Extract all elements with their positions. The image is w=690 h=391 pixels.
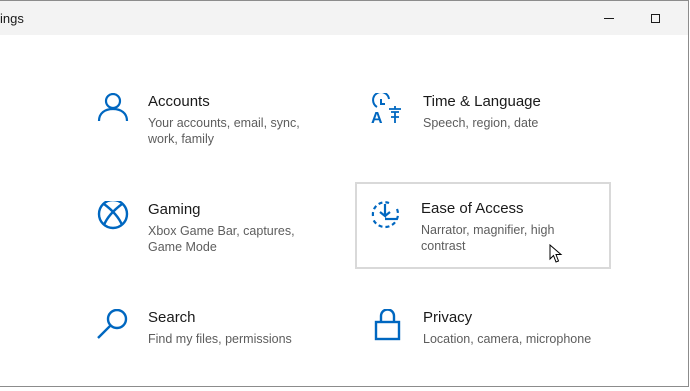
- tile-ease-of-access[interactable]: Ease of Access Narrator, magnifier, high…: [355, 182, 611, 269]
- tile-name: Privacy: [423, 309, 473, 326]
- lock-icon: [371, 309, 411, 349]
- xbox-icon: [96, 201, 136, 241]
- search-icon: [96, 309, 136, 349]
- time-language-icon: A: [371, 93, 411, 133]
- tile-gaming[interactable]: Gaming Xbox Game Bar, captures, Game Mod…: [94, 199, 348, 283]
- tile-name: Gaming: [148, 201, 201, 218]
- mouse-pointer-icon: [549, 243, 563, 264]
- minimize-icon: [604, 17, 614, 19]
- tile-name: Search: [148, 309, 196, 326]
- title-bar[interactable]: ings: [0, 1, 688, 35]
- tile-description: Location, camera, microphone: [423, 332, 592, 346]
- tile-description: Xbox Game Bar, captures, Game Mode: [148, 224, 295, 254]
- minimize-button[interactable]: [586, 1, 632, 35]
- tile-description: Speech, region, date: [423, 116, 539, 130]
- tile-name: Ease of Access: [421, 200, 524, 217]
- tile-search[interactable]: Search Find my files, permissions: [94, 307, 348, 391]
- tile-description: Your accounts, email, sync, work, family: [148, 116, 300, 146]
- tile-name: Time & Language: [423, 93, 541, 110]
- tile-description: Find my files, permissions: [148, 332, 292, 346]
- tile-description: Narrator, magnifier, high contrast: [421, 223, 555, 253]
- tile-privacy[interactable]: Privacy Location, camera, microphone: [369, 307, 623, 391]
- person-icon: [96, 93, 136, 133]
- maximize-button[interactable]: [632, 1, 678, 35]
- ease-of-access-icon: [369, 199, 409, 239]
- window-title: ings: [0, 11, 24, 26]
- tile-time-language[interactable]: A Time & Language Speech, region, date: [369, 91, 623, 175]
- svg-text:A: A: [371, 110, 383, 127]
- maximize-icon: [650, 13, 660, 23]
- tile-name: Accounts: [148, 93, 210, 110]
- settings-window: ings Accounts Your accounts, email, sync…: [0, 0, 689, 387]
- tile-accounts[interactable]: Accounts Your accounts, email, sync, wor…: [94, 91, 348, 175]
